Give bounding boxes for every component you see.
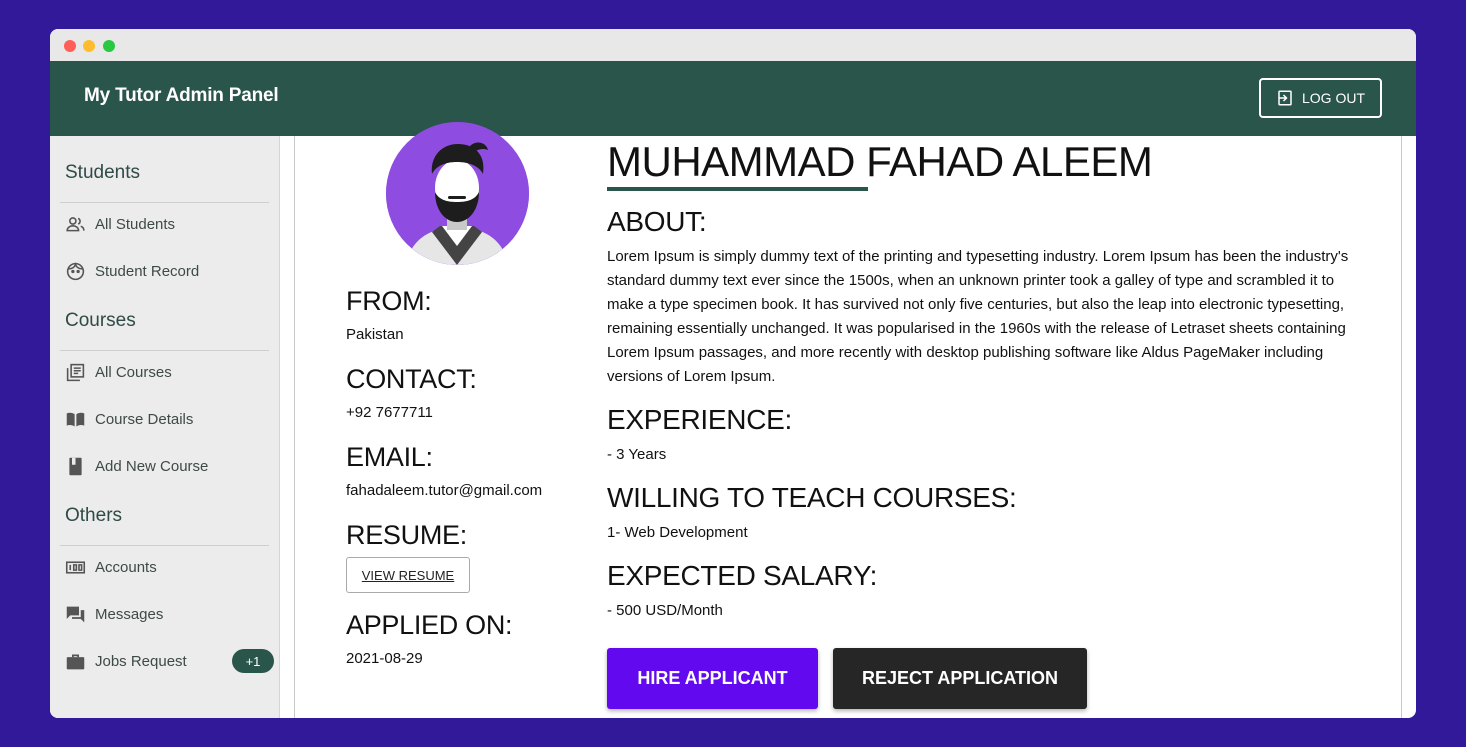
salary-label: EXPECTED SALARY: [607,560,878,591]
sidebar-item-label: Student Record [95,262,200,280]
email-label: EMAIL: [346,442,433,472]
library-books-icon [64,361,86,383]
sidebar-item-jobs-request[interactable]: Jobs Request +1 [64,646,274,676]
app-title: My Tutor Admin Panel [84,85,279,106]
app-header: My Tutor Admin Panel LOG OUT [50,61,1416,136]
sidebar-item-label: Jobs Request [95,652,187,670]
divider [60,545,269,546]
courses-label: WILLING TO TEACH COURSES: [607,482,1017,513]
section-title-others: Others [65,505,123,526]
email-value: fahadaleem.tutor@gmail.com [346,482,543,499]
sidebar-item-accounts[interactable]: Accounts [64,552,264,582]
minimize-window-button[interactable] [83,40,95,52]
contact-value: +92 7677711 [346,404,433,421]
salary-value: - 500 USD/Month [607,602,723,619]
jobs-request-badge: +1 [232,649,274,673]
about-label: ABOUT: [607,206,707,237]
forum-icon [64,603,86,625]
people-icon [64,213,86,235]
sidebar-item-label: All Students [95,215,176,233]
sidebar-item-label: Add New Course [95,457,209,475]
sidebar-item-messages[interactable]: Messages [64,599,264,629]
from-label: FROM: [346,286,432,316]
about-text: Lorem Ipsum is simply dummy text of the … [607,248,1349,385]
window-titlebar [50,29,1416,61]
logout-label: LOG OUT [1301,90,1365,106]
section-title-courses: Courses [65,310,136,331]
sidebar-item-label: Messages [95,605,164,623]
section-title-students: Students [65,162,140,183]
sidebar-item-course-details[interactable]: Course Details [64,404,264,434]
courses-value: 1- Web Development [607,524,748,541]
applied-on-label: APPLIED ON: [346,610,513,640]
logout-button[interactable]: LOG OUT [1259,78,1382,118]
from-value: Pakistan [346,326,404,343]
counter-icon [64,556,86,578]
divider [60,350,269,351]
sidebar-item-all-courses[interactable]: All Courses [64,357,264,387]
sidebar-item-all-students[interactable]: All Students [64,209,264,239]
applied-on-value: 2021-08-29 [346,650,423,667]
hire-applicant-button[interactable]: HIRE APPLICANT [607,648,818,709]
sidebar-item-label: All Courses [95,363,172,381]
experience-value: - 3 Years [607,446,667,463]
view-resume-button[interactable]: VIEW RESUME [346,557,470,593]
sidebar-item-student-record[interactable]: Student Record [64,256,264,286]
applicant-profile: FROM: Pakistan CONTACT: +92 7677711 EMAI… [294,122,1402,718]
sidebar: Students All Students Student Record Cou… [50,136,280,718]
person-avatar-icon [386,122,529,265]
briefcase-icon [64,650,86,672]
maximize-window-button[interactable] [103,40,115,52]
resume-label: RESUME: [346,520,467,550]
divider [60,202,269,203]
experience-label: EXPERIENCE: [607,404,792,435]
sidebar-item-label: Course Details [95,410,194,428]
applicant-name: MUHAMMAD FAHAD ALEEM [607,138,1153,185]
open-book-icon [64,408,86,430]
contact-label: CONTACT: [346,364,477,394]
close-window-button[interactable] [64,40,76,52]
avatar [386,122,529,265]
logout-icon [1278,90,1292,106]
app-window: My Tutor Admin Panel LOG OUT Students Al… [50,29,1416,718]
reject-application-button[interactable]: REJECT APPLICATION [833,648,1087,709]
face-icon [64,260,86,282]
sidebar-item-label: Accounts [95,558,157,576]
book-icon [64,455,86,477]
name-underline [607,187,868,191]
sidebar-item-add-new-course[interactable]: Add New Course [64,451,264,481]
